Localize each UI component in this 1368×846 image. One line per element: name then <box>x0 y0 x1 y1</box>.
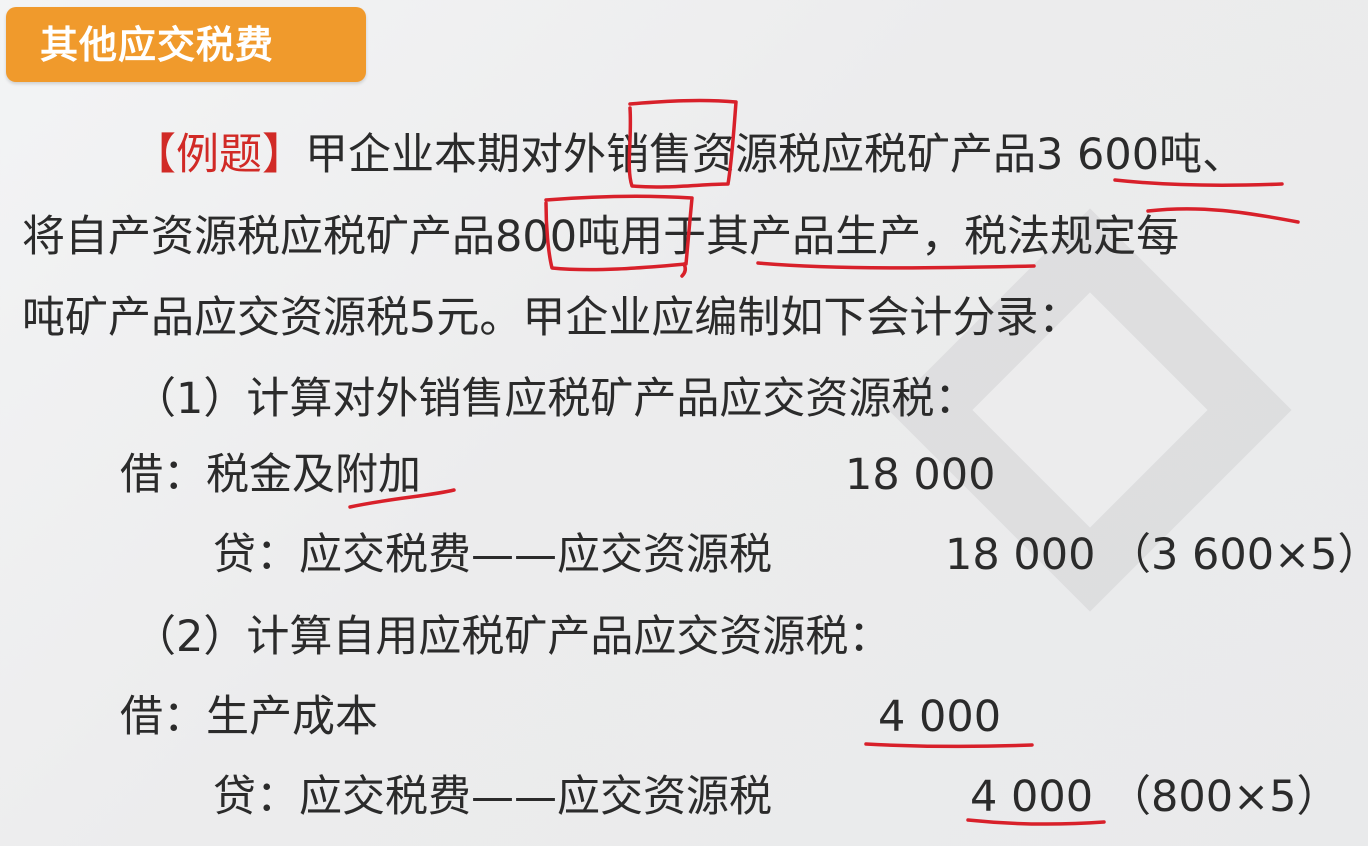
example-tag: 【例题】 <box>133 130 305 180</box>
step-1-credit-amount: 18 000 <box>945 530 1096 580</box>
example-paragraph-line-1: 【例题】甲企业本期对外销售资源税应税矿产品3 600吨、 <box>133 130 1245 180</box>
step-1-debit-label: 借：税金及附加 <box>120 450 421 500</box>
example-paragraph-line-2: 将自产资源税应税矿产品800吨用于其产品生产，税法规定每 <box>22 212 1180 262</box>
step-2-credit-note: （800×5） <box>1108 772 1340 822</box>
step-1-debit-amount: 18 000 <box>845 450 996 500</box>
step-2-heading: （2）计算自用应税矿产品应交资源税： <box>133 612 892 662</box>
example-text-line-1: 甲企业本期对外销售资源税应税矿产品3 600吨、 <box>305 130 1246 180</box>
step-1-heading: （1）计算对外销售应税矿产品应交资源税： <box>133 374 978 424</box>
step-1-credit-label: 贷：应交税费——应交资源税 <box>213 530 772 580</box>
step-2-credit-amount: 4 000 <box>970 772 1094 822</box>
step-2-credit-label: 贷：应交税费——应交资源税 <box>213 772 772 822</box>
underline-4000-debit <box>864 742 1034 749</box>
example-paragraph-line-3: 吨矿产品应交资源税5元。甲企业应编制如下会计分录： <box>22 293 1082 343</box>
underline-3600-ton <box>1113 178 1284 187</box>
section-title: 其他应交税费 <box>40 23 275 67</box>
step-1-credit-note: （3 600×5） <box>1108 530 1368 580</box>
step-2-debit-amount: 4 000 <box>878 692 1002 742</box>
tick-mark-800-ton <box>680 262 688 278</box>
step-2-debit-label: 借：生产成本 <box>120 692 378 742</box>
